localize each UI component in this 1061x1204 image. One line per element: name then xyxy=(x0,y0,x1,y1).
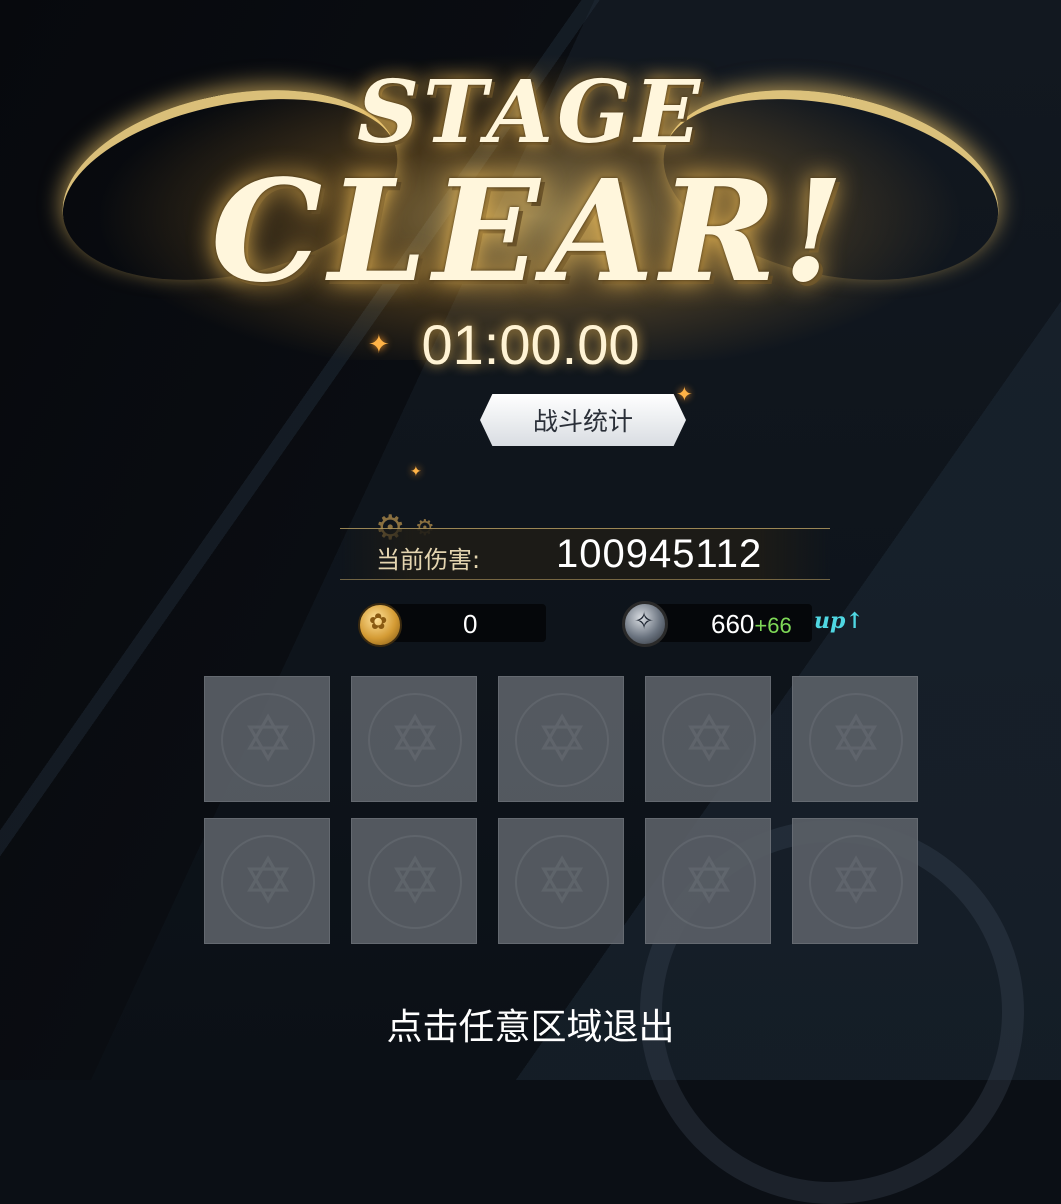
reward-slot[interactable]: ✡ xyxy=(645,818,771,944)
reward-slot[interactable]: ✡ xyxy=(204,818,330,944)
up-arrow-icon: ↑ xyxy=(845,608,864,634)
reward-slot[interactable]: ✡ xyxy=(792,818,918,944)
damage-label: 当前伤害: xyxy=(376,546,481,574)
damage-panel: 当前伤害: 100945112 xyxy=(340,528,830,580)
hexagram-emblem-icon: ✡ xyxy=(368,835,462,929)
silver-value: 660 xyxy=(711,609,755,639)
damage-value: 100945112 xyxy=(556,532,763,576)
reward-slot[interactable]: ✡ xyxy=(792,676,918,802)
title-stage: STAGE xyxy=(356,62,705,163)
reward-slot[interactable]: ✡ xyxy=(351,676,477,802)
hexagram-emblem-icon: ✡ xyxy=(368,693,462,787)
sparkle-icon: ✦ xyxy=(676,382,693,406)
exit-hint[interactable]: 点击任意区域退出 xyxy=(0,998,1061,1050)
hexagram-emblem-icon: ✡ xyxy=(221,835,315,929)
hexagram-emblem-icon: ✡ xyxy=(809,835,903,929)
hexagram-emblem-icon: ✡ xyxy=(662,693,756,787)
reward-slot[interactable]: ✡ xyxy=(498,676,624,802)
gold-coin-icon xyxy=(358,603,402,647)
silver-bonus: +66 xyxy=(754,613,792,638)
hexagram-emblem-icon: ✡ xyxy=(221,693,315,787)
silver-coin-icon xyxy=(622,601,668,647)
hexagram-emblem-icon: ✡ xyxy=(515,835,609,929)
reward-slot[interactable]: ✡ xyxy=(498,818,624,944)
sparkle-icon: ✦ xyxy=(368,330,390,360)
hexagram-emblem-icon: ✡ xyxy=(809,693,903,787)
up-badge-text: up xyxy=(814,608,846,634)
clear-time: 01:00.00 xyxy=(421,313,640,376)
reward-slot[interactable]: ✡ xyxy=(351,818,477,944)
gold-value: 0 xyxy=(463,609,478,639)
reward-slot[interactable]: ✡ xyxy=(204,676,330,802)
up-badge: up↑ xyxy=(814,608,864,634)
silver-value-group: 660+66 xyxy=(711,609,792,640)
sparkle-icon: ✦ xyxy=(410,464,422,480)
hexagram-emblem-icon: ✡ xyxy=(515,693,609,787)
title-clear: CLEAR! xyxy=(211,150,850,314)
battle-stats-button[interactable]: 战斗统计 xyxy=(480,394,686,446)
hexagram-emblem-icon: ✡ xyxy=(662,835,756,929)
reward-slot[interactable]: ✡ xyxy=(645,676,771,802)
